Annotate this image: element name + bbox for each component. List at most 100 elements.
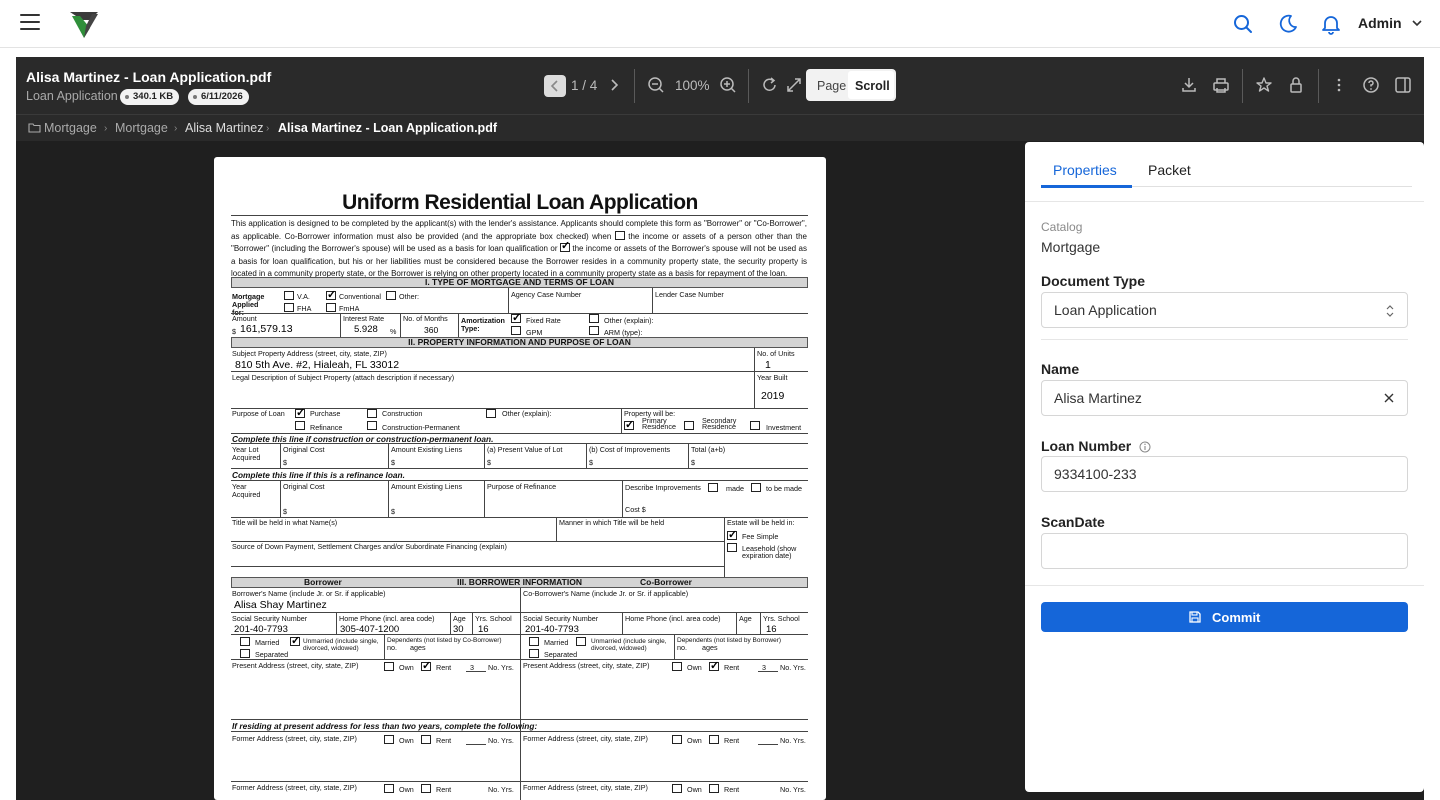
checkbox [284,303,294,312]
rule [621,408,622,433]
checkbox [511,326,521,335]
field-label: Age [739,614,752,623]
breadcrumb-item[interactable]: Alisa Martinez [185,121,264,135]
rule [652,288,653,313]
rule [340,313,341,337]
lock-icon[interactable] [1286,75,1306,95]
info-icon[interactable] [1139,441,1151,453]
user-menu-name[interactable]: Admin [1358,15,1402,31]
checkbox [384,735,394,744]
rule [231,215,808,216]
rule [231,731,808,732]
checkbox [708,483,718,492]
scroll-mode-button[interactable]: Scroll [848,71,894,99]
field-label: GPM [526,328,543,337]
checkbox [751,483,761,492]
search-icon[interactable] [1232,13,1254,35]
field-label: Construction-Permanent [382,423,460,432]
field-label: $ [691,458,695,467]
rule [231,468,808,469]
checkbox [384,784,394,793]
help-icon[interactable] [1361,75,1381,95]
field-label: Purpose of Refinance [487,482,557,491]
page-mode-button[interactable]: Page [808,71,848,99]
field-label: Present Address (street, city, state, ZI… [523,661,650,670]
tab-packet[interactable]: Packet [1148,162,1191,178]
field-label: FHA [297,304,312,313]
dark-mode-icon[interactable] [1277,13,1299,35]
field-label: Dependents (not listed by Borrower) [677,637,782,644]
breadcrumb-item[interactable]: Mortgage [44,121,97,135]
chevron-down-icon[interactable] [1411,18,1423,28]
catalog-label: Catalog [1041,220,1083,234]
name-label: Name [1041,361,1080,377]
file-document-type: Loan Application [26,89,118,103]
checkbox [672,735,682,744]
field-label: Amount Existing Liens [391,445,463,454]
checkbox-checked [727,528,737,541]
rule [280,480,281,517]
rule [556,517,557,541]
breadcrumb-separator: › [266,123,270,134]
notifications-icon[interactable] [1320,13,1342,35]
next-page-icon[interactable] [604,75,624,95]
breadcrumb-current: Alisa Martinez - Loan Application.pdf [278,121,497,135]
print-icon[interactable] [1211,75,1231,95]
field-label: Married [255,638,280,647]
previous-page-button[interactable] [544,75,566,97]
clear-icon[interactable] [1383,392,1395,404]
breadcrumb-item[interactable]: Mortgage [115,121,168,135]
field-label: no. [387,643,397,652]
loan-number-input[interactable]: 9334100-233 [1041,456,1408,492]
field-label: Fixed Rate [526,316,561,325]
file-size-badge: 340.1 KB [120,89,180,105]
toolbar-divider [1242,69,1243,103]
field-label: Social Security Number [232,614,308,623]
field-label: Fee Simple [742,532,779,541]
rule [688,443,689,468]
document-type-value: Loan Application [1054,302,1157,318]
tab-properties[interactable]: Properties [1053,162,1117,178]
field-label: Rent [436,663,452,672]
commit-label: Commit [1212,610,1261,625]
field-label: Social Security Number [523,614,599,623]
field-label: Dependents (not listed by Co-Borrower) [387,637,502,644]
loan-number-label: Loan Number [1041,438,1151,454]
field-label: ages [410,643,426,652]
field-label: Unmarried (include single, divorced, wid… [303,638,379,652]
section-header: I. TYPE OF MORTGAGE AND TERMS OF LOAN [231,277,808,288]
field-label: % [390,327,397,336]
more-options-icon[interactable] [1329,75,1349,95]
zoom-out-icon[interactable] [646,75,666,95]
rule [231,443,808,444]
breadcrumb: Mortgage › Mortgage › Alisa Martinez › A… [16,115,1424,141]
toolbar-divider [748,69,749,103]
chevron-left-icon [550,80,558,92]
menu-icon[interactable] [20,14,40,32]
toggle-panel-icon[interactable] [1393,75,1413,95]
field-label: Yrs. School [475,614,512,623]
divider [1041,339,1408,340]
name-input[interactable]: Alisa Martinez [1041,380,1408,416]
zoom-in-icon[interactable] [718,75,738,95]
field-label: Former Address (street, city, state, ZIP… [232,783,357,792]
form-instructions: This application is designed to be compl… [231,218,807,281]
rule [484,443,485,468]
field-label: Conventional [339,292,381,301]
checkbox [684,421,694,430]
checkbox-checked [624,418,634,431]
checkbox-checked [295,406,305,419]
scandate-input[interactable] [1041,533,1408,569]
commit-button[interactable]: Commit [1041,602,1408,632]
page-indicator: 1 / 4 [571,78,598,93]
rotate-icon[interactable] [760,75,780,95]
field-label: Former Address (street, city, state, ZIP… [523,734,648,743]
star-icon[interactable] [1254,75,1274,95]
app-logo[interactable] [68,8,100,45]
field-label: Interest Rate [343,314,385,323]
fullscreen-icon[interactable] [784,75,804,95]
rule [336,612,337,634]
download-icon[interactable] [1179,75,1199,95]
zoom-level: 100% [675,78,710,93]
document-type-select[interactable]: Loan Application [1041,292,1408,328]
